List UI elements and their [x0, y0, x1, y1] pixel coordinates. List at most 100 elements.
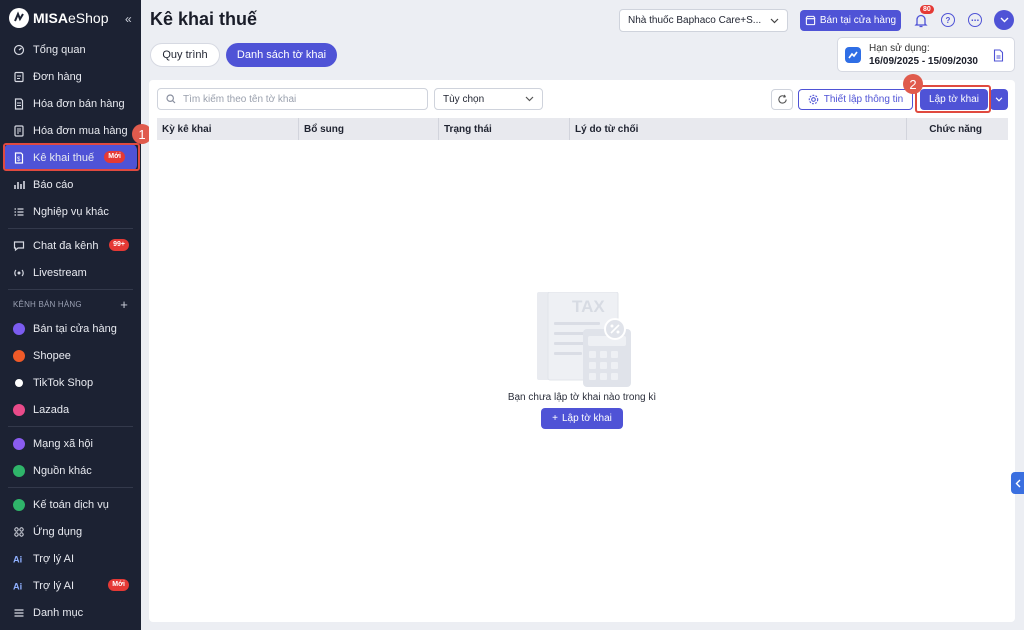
options-select[interactable]: Tùy chọn: [434, 88, 543, 110]
col-actions: Chức năng: [929, 123, 982, 135]
store-icon: [805, 15, 816, 26]
sell-in-store-button[interactable]: Bán tại cửa hàng: [800, 10, 901, 31]
sidebar-item-tong-quan[interactable]: Tổng quan: [0, 36, 141, 63]
logo-text-bold: MISA: [33, 10, 68, 26]
search-placeholder: Tìm kiếm theo tên tờ khai: [183, 93, 297, 105]
empty-create-button[interactable]: + Lập tờ khai: [541, 408, 623, 429]
shopee-icon: [13, 349, 25, 362]
store-select[interactable]: Nhà thuốc Baphaco Care+S...: [619, 9, 788, 32]
sidebar-item-mang-xa-hoi[interactable]: Mạng xã hội: [0, 430, 141, 457]
sidebar-item-tro-ly-ai[interactable]: Ai Trợ lý AI Mới: [0, 572, 141, 599]
search-icon: [166, 94, 176, 104]
sidebar-item-hoa-don-ban-hang[interactable]: Hóa đơn bán hàng: [0, 90, 141, 117]
add-channel-icon[interactable]: +: [120, 297, 128, 312]
main-panel: Tìm kiếm theo tên tờ khai Tùy chọn Thiết…: [149, 80, 1015, 622]
sidebar-item-label: Tổng quan: [33, 43, 86, 56]
col-reject-reason[interactable]: Lý do từ chối: [570, 118, 907, 140]
create-options-dropdown[interactable]: [990, 89, 1008, 110]
store-name: Nhà thuốc Baphaco Care+S...: [628, 15, 762, 26]
sidebar-divider: [8, 289, 133, 290]
bell-icon[interactable]: [913, 12, 929, 28]
col-supplement[interactable]: Bổ sung: [299, 118, 439, 140]
lazada-icon: [13, 403, 25, 416]
tax-document-illustration: TAX: [537, 292, 631, 387]
mang-xa-hoi-icon: [13, 437, 25, 450]
sidebar-item-label: TikTok Shop: [33, 376, 94, 389]
help-icon[interactable]: ?: [940, 12, 956, 28]
sidebar-item-label: Trợ lý AI: [33, 579, 75, 592]
sidebar-badge: 99+: [109, 239, 129, 251]
ke-toan-dich-vu-icon: [13, 498, 25, 511]
sidebar-item-label: Kế toán dịch vụ: [33, 498, 109, 511]
sidebar-item-ung-dung[interactable]: Ứng dụng: [0, 518, 141, 545]
sidebar-item-label: Hóa đơn bán hàng: [33, 97, 125, 110]
sidebar-item-label: Báo cáo: [33, 178, 74, 191]
sidebar-item-bao-cao[interactable]: Báo cáo: [0, 171, 141, 198]
sidebar-item-chat-da-kenh[interactable]: Chat đa kênh 99+: [0, 232, 141, 259]
ai-icon: Ai: [13, 553, 25, 565]
table-header: Kỳ kê khai Bổ sung Trạng thái Lý do từ c…: [157, 118, 1008, 140]
sidebar-item-label: Ứng dụng: [33, 525, 83, 538]
step-marker-2: 2: [903, 74, 923, 94]
sidebar: MISAeShop « Tổng quan Đơn hàng Hóa đơn bán…: [0, 0, 141, 630]
tab-process[interactable]: Quy trình: [150, 43, 220, 67]
list-icon: [13, 206, 25, 218]
side-panel-toggle[interactable]: [1011, 472, 1024, 494]
illustration-tax-label: TAX: [572, 297, 605, 316]
sidebar-item-label: Shopee: [33, 349, 71, 362]
sidebar-item-tiktok-shop[interactable]: TikTok Shop: [0, 369, 141, 396]
ban-tai-cua-hang-icon: [13, 322, 25, 335]
tab-declaration-list[interactable]: Danh sách tờ khai: [226, 43, 337, 67]
empty-state: TAX Bạn chưa lập tờ khai nào trong kì + …: [149, 292, 1015, 429]
sidebar-item-don-hang[interactable]: Đơn hàng: [0, 63, 141, 90]
sidebar-item-label: Livestream: [33, 266, 87, 279]
sidebar-item-tro-ly-ai[interactable]: Ai Trợ lý AI: [0, 545, 141, 572]
apps-icon: [13, 526, 25, 538]
chevron-down-icon: [525, 96, 534, 102]
sidebar-item-hoa-don-mua-hang[interactable]: Hóa đơn mua hàng: [0, 117, 141, 144]
col-period[interactable]: Kỳ kê khai: [157, 118, 299, 140]
invoice-icon: [13, 97, 25, 110]
sidebar-item-livestream[interactable]: Livestream: [0, 259, 141, 286]
sidebar-item-label: Hóa đơn mua hàng: [33, 124, 128, 137]
help-glyph: ?: [941, 13, 955, 27]
ai-icon: Ai: [13, 580, 25, 592]
sidebar-item-danh-muc[interactable]: Danh mục: [0, 599, 141, 626]
nguon-khac-icon: [13, 464, 25, 477]
license-label: Hạn sử dụng:: [869, 42, 930, 54]
highlight-box-create: [915, 85, 991, 113]
chevron-down-icon: [770, 18, 779, 23]
app-logo[interactable]: MISAeShop: [0, 0, 141, 36]
collapse-sidebar-icon[interactable]: «: [125, 12, 132, 26]
sidebar-item-ban-tai-cua-hang[interactable]: Bán tại cửa hàng: [0, 315, 141, 342]
account-menu-button[interactable]: [994, 10, 1014, 30]
sidebar-item-shopee[interactable]: Shopee: [0, 342, 141, 369]
setup-info-button[interactable]: Thiết lập thông tin: [798, 89, 913, 110]
sidebar-item-lazada[interactable]: Lazada: [0, 396, 141, 423]
col-status[interactable]: Trạng thái: [439, 118, 570, 140]
svg-text:Ai: Ai: [13, 554, 22, 564]
options-label: Tùy chọn: [443, 93, 485, 105]
sidebar-item-ke-toan-dich-vu[interactable]: Kế toán dịch vụ: [0, 491, 141, 518]
empty-message: Bạn chưa lập tờ khai nào trong kì: [507, 392, 657, 403]
refresh-icon: [777, 94, 787, 104]
sidebar-item-label: Nguồn khác: [33, 464, 92, 477]
sidebar-item-label: Lazada: [33, 403, 70, 416]
sidebar-item-nguon-khac[interactable]: Nguồn khác: [0, 457, 141, 484]
sidebar-item-label: Trợ lý AI: [33, 552, 75, 565]
chat-icon: [13, 240, 25, 252]
sidebar-divider: [8, 426, 133, 427]
refresh-button[interactable]: [771, 89, 793, 110]
document-icon[interactable]: [993, 49, 1004, 62]
order-icon: [13, 71, 25, 83]
more-icon[interactable]: ⋯: [967, 12, 983, 28]
live-icon: [13, 267, 25, 279]
setup-info-label: Thiết lập thông tin: [823, 94, 904, 105]
sidebar-item-nghiep-vu-khac[interactable]: Nghiệp vụ khác: [0, 198, 141, 225]
sidebar-item-label: Bán tại cửa hàng: [33, 322, 117, 335]
search-input[interactable]: Tìm kiếm theo tên tờ khai: [157, 88, 428, 110]
menu-icon: [13, 607, 25, 619]
sell-in-store-label: Bán tại cửa hàng: [819, 15, 897, 26]
section-title: KÊNH BÁN HÀNG: [13, 299, 82, 309]
sidebar-item-label: Nghiệp vụ khác: [33, 205, 109, 218]
